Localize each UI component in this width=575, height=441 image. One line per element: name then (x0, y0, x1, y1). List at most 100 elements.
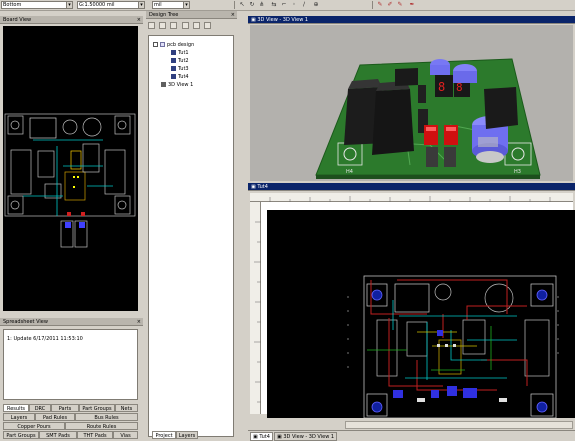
unit-select[interactable]: mil ▾ (152, 1, 190, 9)
svg-text:8: 8 (438, 80, 445, 94)
spreadsheet-tabs: Results DRC Parts Part Groups Nets Layer… (3, 404, 138, 439)
tab-parts[interactable]: Parts (51, 404, 79, 412)
tree-item-label: pcb design (167, 42, 195, 48)
tree-item-label: Tut2 (178, 58, 189, 64)
design-tree-title-text: Design Tree (149, 12, 179, 18)
pcb-layout-canvas[interactable] (267, 210, 575, 419)
tab-route-rules[interactable]: Route Rules (65, 422, 138, 430)
spreadsheet-panel: Spreadsheet View × 1: Update 6/17/2011 1… (0, 318, 143, 441)
grid-select-value: G:1.50000 mil (79, 2, 115, 8)
tree-item-root[interactable]: pcb design (153, 42, 194, 48)
chevron-down-icon: ▾ (66, 2, 72, 8)
align-tool-icon[interactable]: ⋔ (258, 1, 266, 9)
3d-view-icon (161, 82, 166, 87)
toolbar-separator (372, 1, 373, 9)
tab-bus-rules[interactable]: Bus Rules (75, 413, 138, 421)
pcb-layout-title-bar: ▣ Tut4 (248, 183, 575, 191)
tree-item-tut4[interactable]: Tut4 (171, 74, 189, 80)
trace-tool-icon[interactable]: ∕ (300, 1, 308, 9)
hole-label-h4: H4 (346, 169, 353, 175)
new-item-icon[interactable] (148, 22, 155, 29)
tab-drc[interactable]: DRC (29, 404, 51, 412)
tab-vias[interactable]: Vias (113, 431, 138, 439)
tree-item-label: Tut4 (178, 74, 189, 80)
rotate-tool-icon[interactable]: ↻ (248, 1, 256, 9)
spreadsheet-title: Spreadsheet View × (0, 318, 143, 326)
design-tree[interactable]: pcb design Tut1 Tut2 Tut3 Tut4 3D View 1 (148, 35, 234, 437)
application-window: Bottom ▾ G:1.50000 mil ▾ mil ▾ ↖ ↻ ⋔ ⇆ ⌐… (0, 0, 575, 441)
tab-copper-pours[interactable]: Copper Pours (3, 422, 65, 430)
tab-part-groups-2[interactable]: Part Groups (3, 431, 39, 439)
edit-tool-icon[interactable]: ✎ (396, 1, 404, 9)
doc-tab-3d-view[interactable]: ▣ 3D View - 3D View 1 (274, 432, 338, 441)
design-tree-toolbar (148, 22, 213, 32)
mirror-tool-icon[interactable]: ⇆ (270, 1, 278, 9)
tree-item-3d-view[interactable]: 3D View 1 (161, 82, 193, 88)
results-list[interactable]: 1: Update 6/17/2011 11:53:10 (3, 329, 138, 400)
3d-view-title-text: 3D View - 3D View 1 (257, 17, 309, 23)
hole-label-h3: H3 (514, 169, 521, 175)
grid-select[interactable]: G:1.50000 mil ▾ (77, 1, 145, 9)
ruler-ticks (254, 221, 261, 403)
tab-layers[interactable]: Layers (3, 413, 35, 421)
document-tabs: ▣ Tut4 ▣ 3D View - 3D View 1 (248, 430, 575, 441)
3d-view-window: ▣ 3D View - 3D View 1 H4 H3 8 8 (248, 16, 575, 181)
delete-icon[interactable] (204, 22, 212, 29)
pen-tool-icon[interactable]: ✐ (386, 1, 394, 9)
pcb-doc-icon (171, 74, 176, 79)
tree-item-tut3[interactable]: Tut3 (171, 66, 189, 72)
tab-tht-pads[interactable]: THT Pads (77, 431, 113, 439)
tab-smt-pads[interactable]: SMT Pads (39, 431, 77, 439)
main-toolbar: Bottom ▾ G:1.50000 mil ▾ mil ▾ ↖ ↻ ⋔ ⇆ ⌐… (0, 0, 575, 11)
tree-item-label: Tut3 (178, 66, 189, 72)
save-icon[interactable] (181, 22, 189, 29)
doc-tab-label: 3D View - 3D View 1 (283, 434, 335, 440)
board-overview-canvas[interactable] (3, 26, 138, 311)
tab-pad-rules[interactable]: Pad Rules (35, 413, 75, 421)
unit-select-value: mil (154, 2, 162, 8)
project-icon (160, 42, 165, 47)
vertical-ruler (250, 202, 261, 414)
tab-project[interactable]: Project (152, 431, 176, 439)
tree-item-tut1[interactable]: Tut1 (171, 50, 189, 56)
doc-tab-label: Tut4 (259, 434, 270, 440)
layer-select[interactable]: Bottom ▾ (1, 1, 73, 9)
horizontal-scrollbar[interactable] (345, 421, 573, 429)
spreadsheet-title-text: Spreadsheet View (3, 319, 48, 325)
3d-view-title-bar: ▣ 3D View - 3D View 1 (248, 16, 575, 24)
3d-view-canvas[interactable]: H4 H3 8 8 (250, 25, 573, 181)
route-tool-icon[interactable]: ⌐ (280, 1, 288, 9)
tab-layers-tree[interactable]: Layers (176, 431, 198, 439)
doc-tab-tut4[interactable]: ▣ Tut4 (250, 432, 273, 441)
close-icon[interactable]: × (231, 11, 235, 18)
toolbar-separator (234, 1, 235, 9)
document-icon[interactable] (192, 22, 200, 29)
close-icon[interactable]: × (137, 318, 141, 325)
via-tool-icon[interactable]: ◦ (290, 1, 298, 9)
chevron-down-icon: ▾ (183, 2, 189, 8)
chevron-down-icon: ▾ (138, 2, 144, 8)
edit-item-icon[interactable] (159, 22, 167, 29)
results-row: 1: Update 6/17/2011 11:53:10 (7, 336, 83, 342)
expand-icon[interactable] (153, 42, 158, 47)
tree-item-label: 3D View 1 (168, 82, 194, 88)
tab-nets[interactable]: Nets (115, 404, 138, 412)
pcb-doc-icon (171, 50, 176, 55)
move-tool-icon[interactable]: ↖ (238, 1, 246, 9)
close-icon[interactable]: × (137, 16, 141, 23)
board-overview-graphic (4, 113, 136, 248)
board-view-title-text: Board View (3, 17, 32, 23)
zoom-tool-icon[interactable]: ⊕ (312, 1, 320, 9)
ruler-ticks (269, 196, 551, 202)
board-view-title: Board View × (0, 16, 143, 24)
pencil-tool-icon[interactable]: ✎ (376, 1, 384, 9)
tab-results[interactable]: Results (3, 404, 29, 412)
folder-icon[interactable] (170, 22, 178, 29)
pcb-layout-graphic (347, 275, 559, 419)
pcb-doc-icon (171, 66, 176, 71)
tab-part-groups[interactable]: Part Groups (79, 404, 115, 412)
probe-tool-icon[interactable]: ✒ (408, 1, 416, 9)
design-tree-panel: Design Tree × pcb design Tut1 Tut2 Tut3 (146, 11, 237, 441)
tree-item-tut2[interactable]: Tut2 (171, 58, 189, 64)
3d-board-render: H4 H3 8 8 (315, 58, 541, 179)
